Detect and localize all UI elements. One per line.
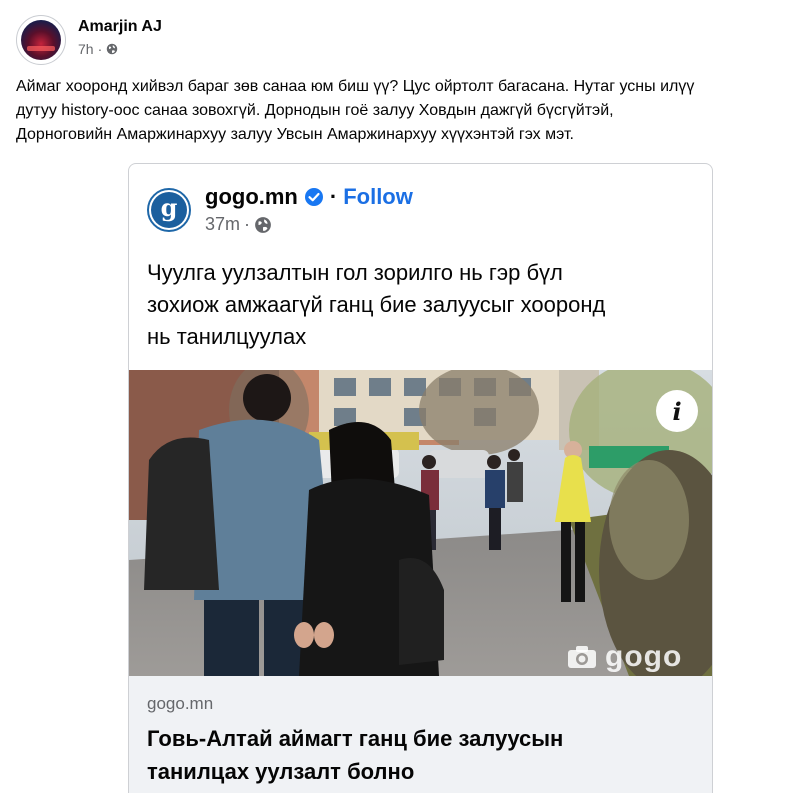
photo-watermark: gogo [567,640,682,674]
page-name-row: gogo.mn · Follow [205,184,413,210]
shared-post-text: Чуулга уулзалтын гол зорилго нь гэр бүл … [147,257,707,353]
meta-separator: · [97,41,103,57]
shared-post-header-text: gogo.mn · Follow 37m · [205,184,413,235]
street-photo-illustration [129,370,712,676]
post-text-line: Дорноговийн Амаржинархуу залуу Увсын Ама… [16,126,574,143]
author-name[interactable]: Amarjin AJ [78,17,162,37]
post-header-text: Amarjin AJ 7h · [78,17,162,57]
globe-icon[interactable] [106,43,118,55]
link-preview-footer[interactable]: gogo.mn Говь-Алтай аймагт ганц бие залуу… [129,676,712,793]
watermark-text: gogo [605,640,683,673]
page-name[interactable]: gogo.mn [205,184,298,210]
link-title-line: Говь-Алтай аймагт ганц бие залуусын [147,726,564,751]
meta-separator: · [244,214,251,234]
avatar-image [21,20,61,60]
link-title[interactable]: Говь-Алтай аймагт ганц бие залуусын тани… [147,722,707,788]
shared-post-text-line: нь танилцуулах [147,324,307,349]
verified-badge-icon [304,188,323,206]
shared-post-time[interactable]: 37m [205,214,240,235]
post-text-line: дутуу history-оос санаа зовохгүй. Дорнод… [16,102,614,119]
page-logo-letter: g [151,191,187,228]
post-meta: 7h · [78,41,162,57]
follow-separator: · [329,184,338,209]
shared-post-meta: 37m · [205,214,413,235]
info-button[interactable]: i [656,390,698,432]
link-domain: gogo.mn [147,694,214,713]
shared-post-text-line: Чуулга уулзалтын гол зорилго нь гэр бүл [147,260,563,285]
post-header: Amarjin AJ 7h · [16,12,162,68]
post-text-line: Аймаг хооронд хийвэл бараг зөв санаа юм … [16,78,695,95]
page-logo[interactable]: g [147,187,191,232]
camera-icon [568,646,596,668]
shared-post-card[interactable]: g gogo.mn · Follow 37m · Чуулга уулзалты… [128,163,713,793]
globe-icon[interactable] [254,216,272,234]
shared-post-text-line: зохиож амжаагүй ганц бие залуусыг хоорон… [147,292,606,317]
post-time[interactable]: 7h [78,41,94,57]
post-text: Аймаг хооронд хийвэл бараг зөв санаа юм … [16,75,800,147]
shared-post-header: g gogo.mn · Follow 37m · [147,184,413,235]
author-avatar[interactable] [16,15,66,65]
link-photo[interactable]: i gogo [129,370,712,676]
link-title-line: танилцах уулзалт болно [147,759,415,784]
follow-button[interactable]: Follow [343,184,413,210]
